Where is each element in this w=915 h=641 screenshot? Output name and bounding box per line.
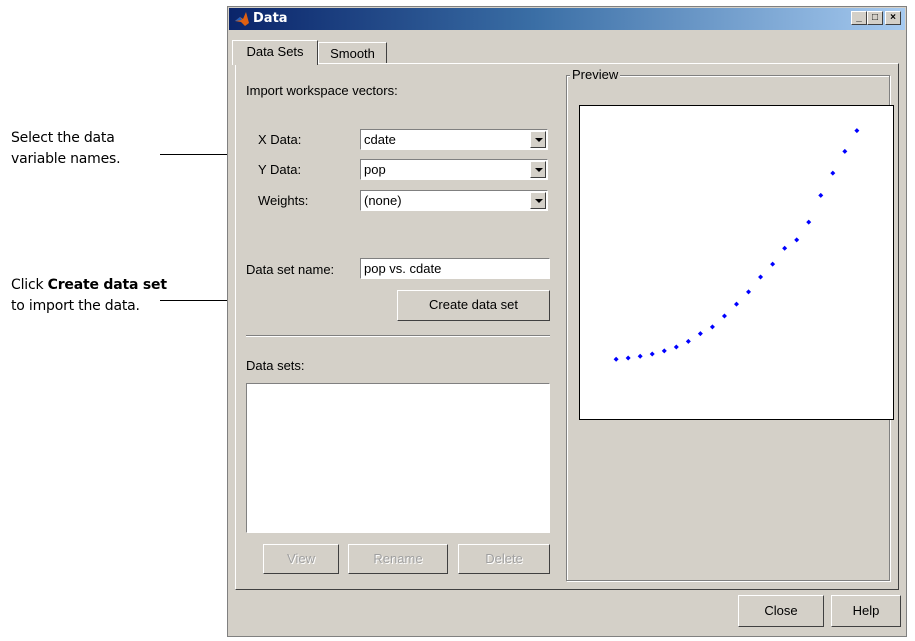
data-point: [794, 237, 800, 243]
delete-button[interactable]: Delete: [458, 544, 550, 574]
preview-plot: [579, 105, 894, 420]
data-point: [613, 356, 619, 362]
y-data-label: Y Data:: [258, 162, 302, 177]
close-window-button[interactable]: ×: [885, 11, 901, 25]
data-point: [649, 351, 655, 357]
window-title: Data: [253, 11, 288, 26]
data-point: [661, 348, 667, 354]
x-data-label: X Data:: [258, 132, 302, 147]
weights-select[interactable]: (none): [360, 190, 548, 211]
help-button[interactable]: Help: [831, 595, 901, 627]
data-point: [625, 355, 631, 361]
click-bold: Create data set: [47, 277, 167, 293]
tab-smooth[interactable]: Smooth: [318, 42, 387, 63]
maximize-button[interactable]: □: [867, 11, 883, 25]
select-callout: Select the data variable names.: [11, 128, 121, 170]
create-callout: Click Create data set to import the data…: [11, 275, 167, 317]
chevron-down-icon[interactable]: [530, 131, 546, 148]
dataset-name-input[interactable]: pop vs. cdate: [360, 258, 550, 279]
datasets-list[interactable]: [246, 383, 550, 533]
minimize-button[interactable]: _: [851, 11, 867, 25]
dataset-name-label: Data set name:: [246, 262, 335, 277]
create-callout-line2: to import the data.: [11, 298, 140, 314]
chevron-down-icon[interactable]: [530, 161, 546, 178]
title-bar[interactable]: Data _ □ ×: [229, 8, 905, 30]
x-data-value: cdate: [364, 132, 396, 147]
select-callout-line2: variable names.: [11, 151, 121, 167]
preview-chart: [613, 128, 860, 362]
data-point: [709, 324, 715, 330]
rename-button[interactable]: Rename: [348, 544, 448, 574]
data-point: [721, 313, 727, 319]
data-point: [854, 128, 860, 134]
data-point: [734, 301, 739, 307]
preview-title: Preview: [570, 67, 621, 82]
create-callout-line1: Click Create data set: [11, 275, 167, 296]
data-window: Data _ □ × Data Sets Smooth Import works…: [227, 6, 907, 637]
chevron-down-icon[interactable]: [530, 192, 546, 209]
click-prefix: Click: [11, 277, 48, 293]
weights-value: (none): [364, 193, 402, 208]
tab-data-sets[interactable]: Data Sets: [232, 40, 318, 65]
data-point: [770, 261, 776, 267]
close-button[interactable]: Close: [738, 595, 824, 627]
data-point: [806, 219, 812, 225]
y-data-select[interactable]: pop: [360, 159, 548, 180]
import-heading: Import workspace vectors:: [246, 83, 398, 98]
data-point: [842, 148, 848, 154]
x-data-select[interactable]: cdate: [360, 129, 548, 150]
weights-label: Weights:: [258, 193, 309, 208]
data-point: [758, 274, 764, 280]
select-callout-line1: Select the data: [11, 130, 115, 146]
create-data-set-button[interactable]: Create data set: [397, 290, 550, 321]
matlab-icon: [235, 12, 249, 26]
y-data-value: pop: [364, 162, 386, 177]
datasets-label: Data sets:: [246, 358, 305, 373]
separator: [246, 335, 550, 337]
tab-panel: Import workspace vectors: X Data: cdate …: [235, 63, 899, 590]
data-point: [673, 344, 679, 350]
data-point: [782, 245, 788, 251]
data-point: [637, 353, 643, 359]
data-point: [697, 331, 703, 337]
select-callout-leader: [160, 154, 236, 155]
dataset-name-value: pop vs. cdate: [364, 261, 442, 276]
data-point: [818, 192, 824, 198]
view-button[interactable]: View: [263, 544, 339, 574]
data-point: [685, 338, 691, 344]
data-point: [746, 289, 752, 295]
data-point: [830, 170, 836, 176]
